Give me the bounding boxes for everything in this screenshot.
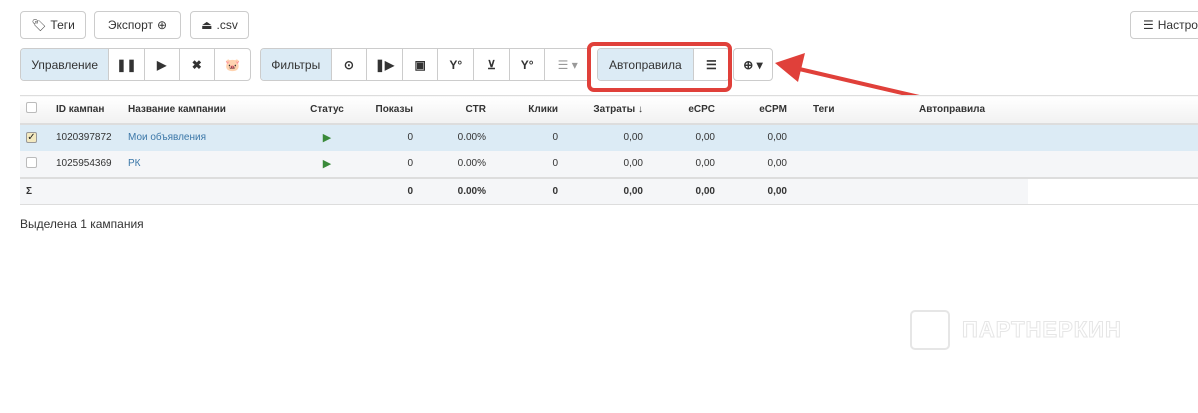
total-impressions: 0: [362, 177, 419, 205]
total-ecpm: 0,00: [721, 177, 793, 205]
selection-status: Выделена 1 кампания: [20, 217, 144, 231]
watermark-logo-icon: [910, 310, 950, 350]
watermark: ПАРТНЕРКИН: [910, 310, 1122, 350]
campaigns-table: ID кампан Название кампании Статус Показ…: [20, 95, 1198, 205]
annotation-arrow: [775, 53, 946, 105]
impressions: 0: [362, 123, 419, 151]
col-autorules[interactable]: Автоправила: [913, 95, 1198, 125]
impressions: 0: [362, 150, 419, 179]
campaign-id: 1025954369: [50, 150, 122, 179]
col-cost[interactable]: Затраты ↓: [564, 95, 649, 125]
col-status[interactable]: Статус: [292, 95, 362, 125]
sum-label: Σ: [20, 177, 50, 205]
clicks: 0: [492, 150, 564, 179]
col-clicks[interactable]: Клики: [492, 95, 564, 125]
ecpc: 0,00: [649, 123, 721, 151]
col-ctr[interactable]: CTR: [419, 95, 492, 125]
row-checkbox[interactable]: [26, 156, 37, 168]
table-header: ID кампан Название кампании Статус Показ…: [20, 95, 1198, 125]
table-row[interactable]: 1025954369 РК ▶ 0 0.00% 0 0,00 0,00 0,00: [20, 150, 1198, 179]
clicks: 0: [492, 123, 564, 151]
total-cost: 0,00: [564, 177, 649, 205]
total-ecpc: 0,00: [649, 177, 721, 205]
col-name[interactable]: Название кампании: [122, 95, 292, 125]
ecpm: 0,00: [721, 150, 793, 179]
ctr: 0.00%: [419, 123, 492, 151]
ecpc: 0,00: [649, 150, 721, 179]
cost: 0,00: [564, 123, 649, 151]
ecpm: 0,00: [721, 123, 793, 151]
campaign-id: 1020397872: [50, 123, 122, 151]
watermark-text: ПАРТНЕРКИН: [962, 317, 1122, 343]
col-tags[interactable]: Теги: [793, 95, 913, 125]
select-all-checkbox[interactable]: [26, 102, 37, 114]
active-status-icon: ▶: [322, 158, 332, 170]
row-checkbox[interactable]: ✓: [26, 132, 37, 143]
total-ctr: 0.00%: [419, 177, 492, 205]
ctr: 0.00%: [419, 150, 492, 179]
col-impressions[interactable]: Показы: [362, 95, 419, 125]
table-row[interactable]: ✓ 1020397872 Мои объявления ▶ 0 0.00% 0 …: [20, 123, 1198, 151]
campaign-name-link[interactable]: Мои объявления: [128, 132, 206, 143]
col-ecpm[interactable]: eCPM: [721, 95, 793, 125]
active-status-icon: ▶: [322, 132, 332, 144]
col-ecpc[interactable]: eCPC: [649, 95, 721, 125]
campaign-name-link[interactable]: РК: [128, 158, 141, 169]
total-clicks: 0: [492, 177, 564, 205]
totals-row: Σ 0 0.00% 0 0,00 0,00 0,00: [20, 177, 1198, 205]
col-id[interactable]: ID кампан: [50, 95, 122, 125]
cost: 0,00: [564, 150, 649, 179]
